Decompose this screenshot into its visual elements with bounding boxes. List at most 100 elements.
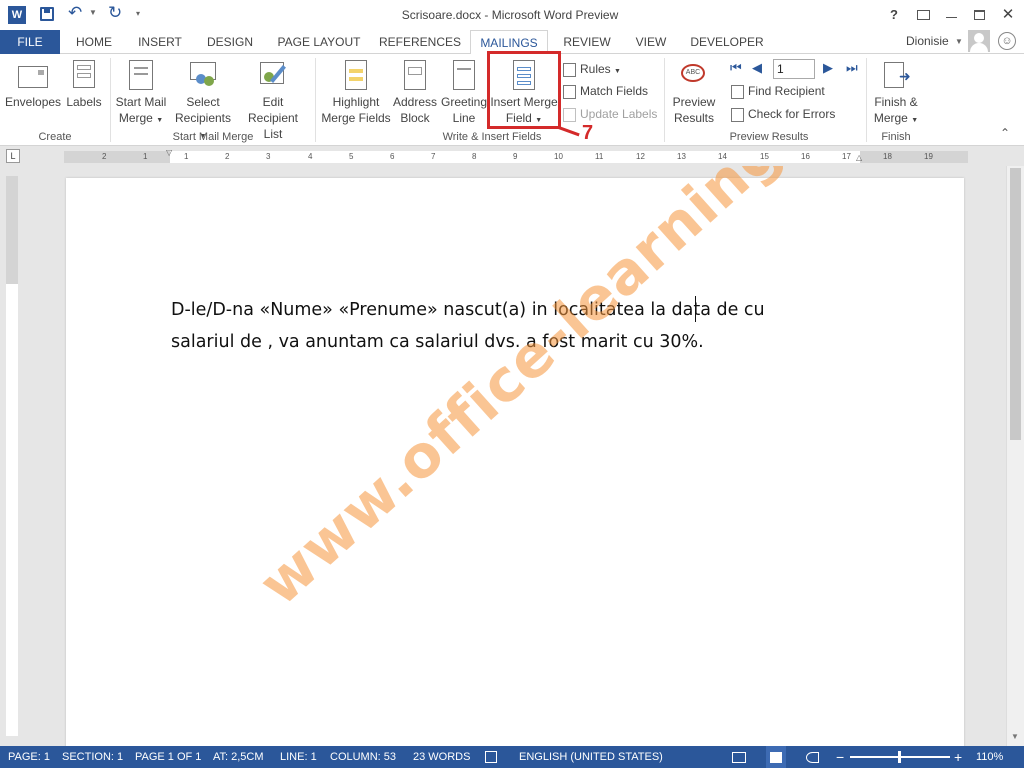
status-at[interactable]: AT: 2,5CM xyxy=(213,746,264,768)
document-page[interactable]: D-le/D-na «Nume» «Prenume» nascut(a) in … xyxy=(66,166,964,746)
status-zoom[interactable]: 110% xyxy=(976,746,1003,768)
next-record-icon[interactable]: ▶ xyxy=(823,60,833,76)
ruler-number: 17 xyxy=(842,152,851,161)
status-column[interactable]: COLUMN: 53 xyxy=(330,746,396,768)
rules-button[interactable]: Rules ▼ xyxy=(563,60,621,78)
scrollbar-thumb[interactable] xyxy=(1010,168,1021,440)
status-section[interactable]: SECTION: 1 xyxy=(62,746,123,768)
watermark-text: www.office-learning.ro xyxy=(246,166,865,619)
finish-merge-label-1: Finish & xyxy=(874,95,918,109)
find-recipient-icon xyxy=(731,84,744,99)
start-mail-merge-button[interactable]: Start Mail Merge ▼ xyxy=(113,60,169,129)
undo-dropdown-icon[interactable]: ▼ xyxy=(89,8,97,17)
read-mode-icon[interactable] xyxy=(732,746,746,768)
close-button[interactable]: ✕ xyxy=(998,5,1018,25)
status-line[interactable]: LINE: 1 xyxy=(280,746,317,768)
preview-results-button[interactable]: ABC Preview Results xyxy=(668,60,720,126)
tab-selector[interactable]: L xyxy=(6,149,20,163)
tab-design[interactable]: DESIGN xyxy=(198,30,262,54)
user-dropdown-icon[interactable]: ▼ xyxy=(955,37,963,46)
customize-toolbar-icon[interactable]: ▾ xyxy=(136,9,140,18)
highlight-merge-fields-button[interactable]: Highlight Merge Fields xyxy=(320,60,392,126)
smiley-feedback-icon[interactable]: ☺ xyxy=(998,32,1016,50)
scroll-down-icon[interactable]: ▼ xyxy=(1011,732,1019,741)
group-separator xyxy=(664,58,665,142)
greeting-line-button[interactable]: Greeting Line xyxy=(440,60,488,126)
update-labels-icon xyxy=(563,107,576,122)
find-recipient-button[interactable]: Find Recipient xyxy=(731,82,825,100)
group-label-preview-results: Preview Results xyxy=(729,131,809,143)
tab-developer[interactable]: DEVELOPER xyxy=(684,30,770,54)
start-mail-merge-label-2: Merge ▼ xyxy=(118,111,164,125)
ruler-number: 12 xyxy=(636,152,645,161)
previous-record-icon[interactable]: ◀ xyxy=(752,60,762,76)
highlight-merge-fields-label-1: Highlight xyxy=(332,95,380,109)
envelopes-button[interactable]: Envelopes xyxy=(5,60,61,110)
zoom-slider[interactable] xyxy=(850,751,950,763)
user-name[interactable]: Dionisie xyxy=(906,34,949,48)
tab-view[interactable]: VIEW xyxy=(626,30,676,54)
document-area: D-le/D-na «Nume» «Prenume» nascut(a) in … xyxy=(0,166,1024,746)
ruler-number: 2 xyxy=(225,152,230,161)
finish-merge-button[interactable]: ➜ Finish & Merge ▼ xyxy=(870,60,922,129)
match-fields-button[interactable]: Match Fields xyxy=(563,82,648,100)
status-language[interactable]: ENGLISH (UNITED STATES) xyxy=(519,746,663,768)
labels-button[interactable]: Labels xyxy=(64,60,104,110)
edit-recipient-list-button[interactable]: Edit Recipient List xyxy=(237,60,309,142)
ruler-number: 4 xyxy=(308,152,313,161)
ribbon-display-options-icon[interactable] xyxy=(914,5,934,25)
tab-file[interactable]: FILE xyxy=(0,30,60,54)
document-line-1: D-le/D-na «Nume» «Prenume» nascut(a) in … xyxy=(171,300,765,320)
save-icon[interactable] xyxy=(40,7,54,21)
collapse-ribbon-icon[interactable]: ⌃ xyxy=(1000,126,1010,140)
group-separator xyxy=(315,58,316,142)
highlight-merge-fields-icon xyxy=(345,60,367,90)
status-words[interactable]: 23 WORDS xyxy=(413,746,470,768)
maximize-button[interactable] xyxy=(970,5,990,25)
ruler-number: 6 xyxy=(390,152,395,161)
greeting-line-icon xyxy=(453,60,475,90)
address-block-label-1: Address xyxy=(392,95,438,109)
right-indent-marker[interactable]: △ xyxy=(856,153,862,162)
status-bar: PAGE: 1 SECTION: 1 PAGE 1 OF 1 AT: 2,5CM… xyxy=(0,746,1024,768)
last-record-icon[interactable]: ⏭ xyxy=(846,60,858,76)
tab-review[interactable]: REVIEW xyxy=(556,30,618,54)
vertical-ruler[interactable] xyxy=(6,176,18,736)
tab-references[interactable]: REFERENCES xyxy=(376,30,464,54)
ruler-number: 11 xyxy=(595,152,604,161)
ruler-number: 1 xyxy=(184,152,189,161)
zoom-in-icon[interactable]: + xyxy=(954,746,962,768)
status-page-of[interactable]: PAGE 1 OF 1 xyxy=(135,746,201,768)
ruler-numbers: 2 1 1 2 3 4 5 6 7 8 9 10 11 12 13 14 15 16 17 18 19 xyxy=(64,151,968,163)
print-layout-icon[interactable] xyxy=(766,746,786,768)
ruler-number: 15 xyxy=(760,152,769,161)
record-number-input[interactable]: 1 xyxy=(773,59,815,79)
tab-home[interactable]: HOME xyxy=(66,30,122,54)
proofing-icon[interactable] xyxy=(485,746,497,768)
word-app-icon[interactable]: W xyxy=(8,6,26,24)
first-record-icon[interactable]: ⏮ xyxy=(730,60,742,76)
ruler-number: 16 xyxy=(801,152,810,161)
avatar[interactable] xyxy=(968,30,990,52)
zoom-slider-thumb[interactable] xyxy=(898,751,901,763)
zoom-out-icon[interactable]: − xyxy=(836,746,844,768)
address-block-button[interactable]: Address Block xyxy=(392,60,438,126)
vertical-scrollbar[interactable]: ▲ ▼ xyxy=(1006,166,1024,746)
first-line-indent-marker[interactable]: ▽ xyxy=(166,148,172,157)
update-labels-button[interactable]: Update Labels xyxy=(563,105,657,123)
web-layout-icon[interactable] xyxy=(806,746,819,768)
undo-icon[interactable]: ↶ xyxy=(68,3,82,23)
text-cursor xyxy=(695,296,696,322)
check-errors-icon xyxy=(731,107,744,122)
tab-insert[interactable]: INSERT xyxy=(130,30,190,54)
ruler-number: 10 xyxy=(554,152,563,161)
select-recipients-icon xyxy=(188,60,218,90)
check-for-errors-button[interactable]: Check for Errors xyxy=(731,105,835,123)
status-page[interactable]: PAGE: 1 xyxy=(8,746,50,768)
tab-page-layout[interactable]: PAGE LAYOUT xyxy=(270,30,368,54)
labels-icon xyxy=(73,60,95,88)
help-button[interactable]: ? xyxy=(884,5,904,25)
minimize-button[interactable] xyxy=(942,5,962,25)
redo-icon[interactable]: ↻ xyxy=(108,3,122,23)
horizontal-ruler[interactable]: 2 1 1 2 3 4 5 6 7 8 9 10 11 12 13 14 15 16 17 18 19 xyxy=(64,151,968,163)
